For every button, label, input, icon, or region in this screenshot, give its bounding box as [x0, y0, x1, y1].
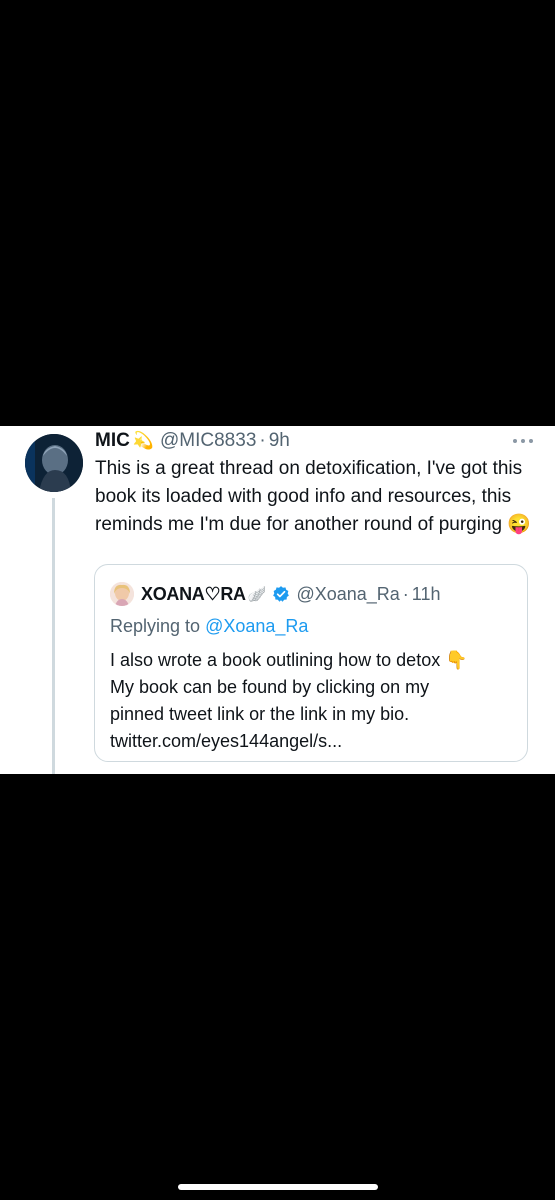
author-avatar[interactable] — [25, 434, 83, 492]
tweet-header: MIC 💫 @MIC8833 · 9h — [95, 428, 290, 454]
quoted-tweet-text: I also wrote a book outlining how to det… — [110, 647, 520, 755]
quoted-tweet-header: XOANA♡RA 🪽 @Xoana_Ra · 11h — [141, 581, 440, 607]
thread-line — [52, 498, 55, 774]
quoted-text-line: I also wrote a book outlining how to det… — [110, 650, 468, 670]
quoted-separator-dot: · — [402, 583, 409, 604]
verified-badge-icon — [272, 585, 290, 603]
author-handle[interactable]: @MIC8833 — [160, 430, 256, 452]
quoted-author-name[interactable]: XOANA♡RA — [141, 584, 246, 605]
author-name-emoji: 💫 — [132, 431, 154, 450]
quoted-tweet[interactable]: XOANA♡RA 🪽 @Xoana_Ra · 11h Replying to @… — [94, 564, 528, 762]
quoted-author-name-emoji: 🪽 — [247, 586, 267, 603]
quoted-text-line: pinned tweet link or the link in my bio. — [110, 704, 410, 724]
tweet-card[interactable]: MIC 💫 @MIC8833 · 9h This is a great thre… — [0, 426, 555, 774]
replying-to: Replying to @Xoana_Ra — [110, 613, 308, 639]
more-horizontal-icon[interactable] — [513, 434, 533, 448]
tweet-text: This is a great thread on detoxification… — [95, 458, 532, 535]
tweet-time[interactable]: 9h — [269, 430, 290, 452]
home-indicator[interactable] — [178, 1184, 378, 1190]
quoted-tweet-time[interactable]: 11h — [412, 584, 441, 605]
quoted-author-avatar[interactable] — [110, 582, 134, 606]
author-name[interactable]: MIC — [95, 430, 130, 452]
replying-to-label: Replying to — [110, 616, 201, 636]
quoted-text-link[interactable]: twitter.com/eyes144angel/s... — [110, 728, 520, 755]
replying-to-handle-link[interactable]: @Xoana_Ra — [205, 616, 308, 636]
quoted-text-line: My book can be found by clicking on my — [110, 677, 430, 697]
quoted-author-handle[interactable]: @Xoana_Ra — [296, 584, 399, 605]
separator-dot: · — [259, 430, 266, 451]
